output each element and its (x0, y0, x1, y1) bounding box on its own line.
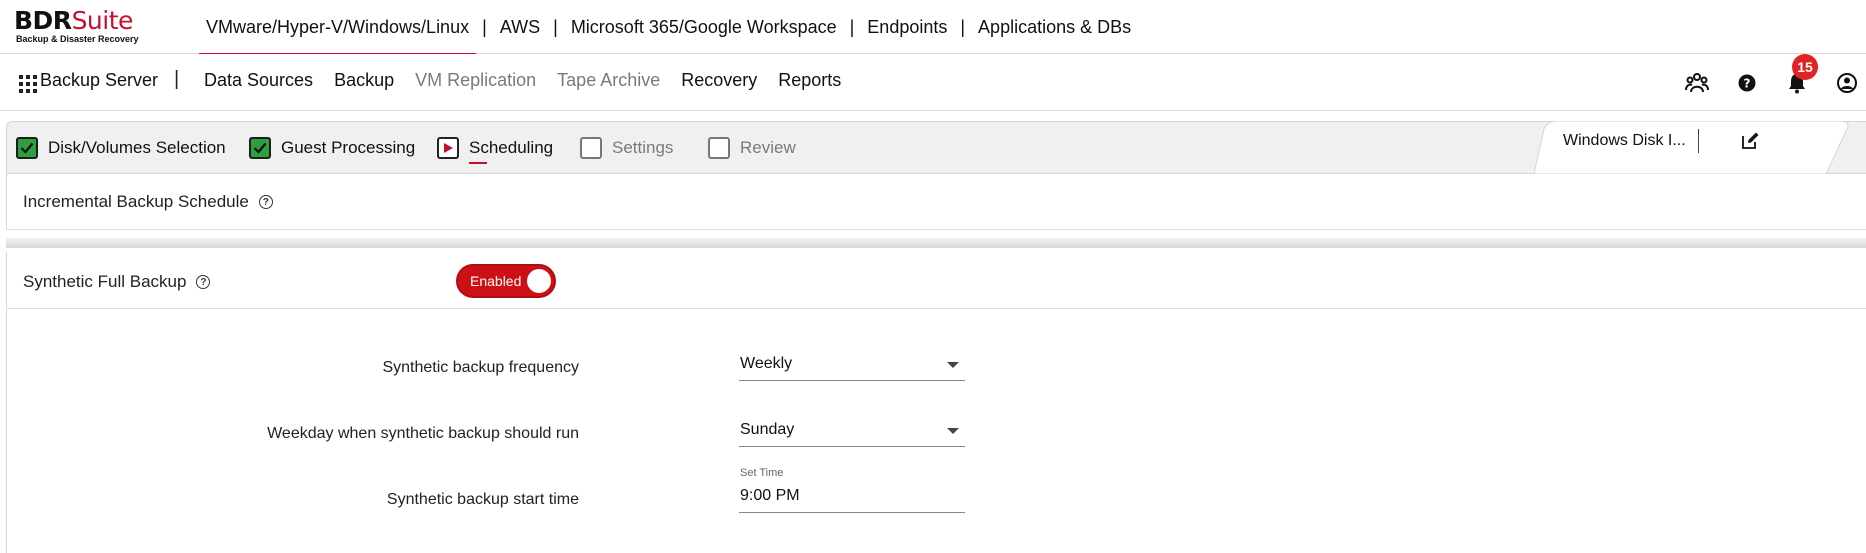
users-icon[interactable] (1684, 70, 1710, 96)
nav-link-vm-replication[interactable]: VM Replication (415, 70, 536, 91)
step-label: Review (740, 138, 796, 157)
check-icon (16, 137, 38, 159)
toggle-knob (527, 269, 551, 293)
product-bar: BDRSuite Backup & Disaster Recovery VMwa… (0, 0, 1866, 55)
bdrsuite-logo[interactable]: BDRSuite Backup & Disaster Recovery (14, 8, 139, 45)
weekday-value: Sunday (740, 421, 795, 438)
account-icon[interactable] (1834, 70, 1860, 96)
step-disk-volumes-selection[interactable]: Disk/Volumes Selection (16, 136, 226, 160)
edit-icon[interactable] (1740, 131, 1760, 151)
play-icon (437, 137, 459, 159)
synthetic-header-divider (6, 308, 1866, 309)
nav-link-recovery[interactable]: Recovery (681, 70, 757, 91)
product-tab-vmware[interactable]: VMware/Hyper-V/Windows/Linux (199, 0, 477, 55)
start-time-label: Synthetic backup start time (386, 491, 579, 508)
product-separator: | (960, 16, 966, 37)
logo-suite: Suite (71, 6, 134, 35)
incremental-schedule-title: Incremental Backup Schedule ? (23, 192, 273, 212)
logo-tagline: Backup & Disaster Recovery (16, 34, 139, 44)
step-label: Settings (612, 138, 674, 157)
checkbox-empty-icon (580, 137, 602, 159)
synthetic-title-text: Synthetic Full Backup (23, 272, 187, 291)
synthetic-full-title: Synthetic Full Backup ? (23, 272, 211, 292)
frequency-select[interactable]: Weekly (739, 351, 965, 381)
frequency-label: Synthetic backup frequency (382, 359, 579, 376)
incremental-schedule-panel (6, 174, 1866, 230)
product-separator: | (849, 16, 855, 37)
nav-links: Data Sources Backup VM Replication Tape … (204, 70, 862, 91)
weekday-select[interactable]: Sunday (739, 417, 965, 447)
help-icon[interactable]: ? (1734, 70, 1760, 96)
job-name: Windows Disk I... (1563, 132, 1686, 149)
nav-separator: | (174, 68, 180, 90)
incremental-title-text: Incremental Backup Schedule (23, 192, 249, 211)
product-tab-endpoints[interactable]: Endpoints (860, 0, 954, 54)
step-settings[interactable]: Settings (580, 136, 673, 160)
job-tab-divider (1698, 129, 1699, 153)
checkbox-empty-icon (708, 137, 730, 159)
product-tab-applications[interactable]: Applications & DBs (971, 0, 1138, 54)
product-tab-aws[interactable]: AWS (493, 0, 547, 54)
step-guest-processing[interactable]: Guest Processing (249, 136, 415, 160)
nav-link-data-sources[interactable]: Data Sources (204, 70, 313, 91)
product-separator: | (482, 16, 487, 37)
logo-wordmark: BDRSuite (14, 8, 139, 34)
toggle-label: Enabled (470, 273, 522, 289)
nav-link-tape-archive[interactable]: Tape Archive (557, 70, 660, 91)
step-label: Disk/Volumes Selection (48, 138, 226, 157)
step-label: Scheduling (469, 138, 554, 164)
svg-text:?: ? (1744, 77, 1751, 91)
notification-badge: 15 (1792, 54, 1818, 80)
start-time-caption: Set Time (740, 467, 784, 479)
frequency-value: Weekly (740, 355, 793, 372)
start-time-value: 9:00 PM (740, 487, 800, 504)
panel-divider (6, 238, 1866, 248)
chevron-down-icon (947, 362, 959, 368)
step-scheduling[interactable]: Scheduling (437, 136, 554, 164)
help-icon[interactable]: ? (196, 275, 211, 289)
app-grid-icon[interactable] (19, 75, 37, 93)
weekday-label: Weekday when synthetic backup should run (267, 425, 579, 442)
synthetic-enabled-toggle[interactable]: Enabled (456, 264, 556, 298)
start-time-input[interactable]: Set Time 9:00 PM (739, 467, 965, 513)
step-review[interactable]: Review (708, 136, 796, 160)
product-tab-microsoft365[interactable]: Microsoft 365/Google Workspace (564, 0, 844, 54)
logo-bdr: BDR (14, 6, 72, 35)
nav-link-reports[interactable]: Reports (778, 70, 841, 91)
help-icon[interactable]: ? (258, 195, 273, 209)
nav-link-backup[interactable]: Backup (334, 70, 394, 91)
chevron-down-icon (947, 428, 959, 434)
step-label: Guest Processing (281, 138, 416, 157)
nav-title-backup-server[interactable]: Backup Server (40, 70, 158, 91)
main-nav: Backup Server | Data Sources Backup VM R… (0, 54, 1866, 111)
product-separator: | (553, 16, 558, 37)
check-icon (249, 137, 271, 159)
product-tabs: VMware/Hyper-V/Windows/Linux | AWS | Mic… (199, 0, 1138, 55)
